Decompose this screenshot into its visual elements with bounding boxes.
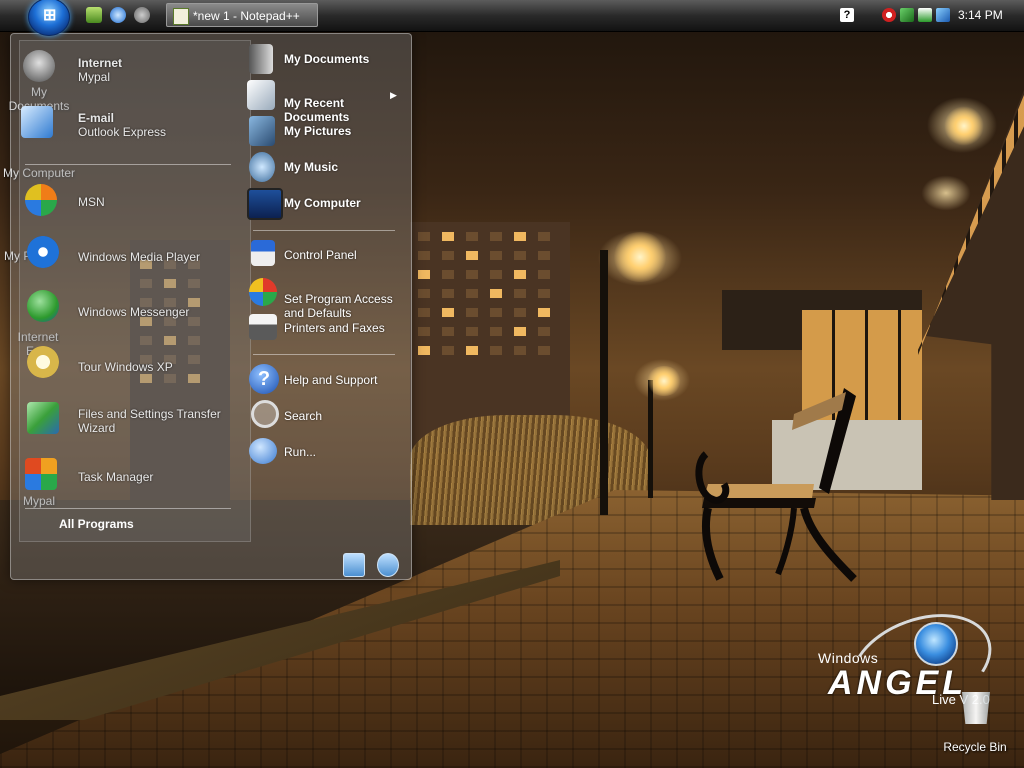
wallpaper-building-windows (418, 232, 550, 355)
start-item-title: Control Panel (284, 248, 357, 262)
start-item-title: My Recent Documents (284, 96, 350, 124)
start-item-tour[interactable]: Tour Windows XP (78, 360, 173, 374)
start-item-subtitle: Wizard (78, 421, 116, 435)
start-item-title: MSN (78, 195, 105, 209)
printer-icon (249, 314, 277, 340)
notepad-plus-plus-icon (173, 8, 189, 25)
help-tray-icon[interactable]: ? (840, 8, 854, 22)
show-desktop-icon[interactable] (86, 7, 102, 23)
taskbar-button-notepad[interactable]: *new 1 - Notepad++ (166, 3, 318, 27)
my-music-icon (249, 152, 275, 182)
wallpaper-lamp-post-2 (648, 380, 653, 498)
log-off-button[interactable] (343, 553, 365, 577)
start-menu: Internet Mypal E-mail Outlook Express MS… (10, 33, 412, 580)
display-tray-icon[interactable] (936, 8, 950, 22)
wallpaper-bridge-lamp (944, 106, 984, 146)
my-documents-icon (249, 44, 273, 74)
internet-explorer-icon[interactable] (110, 7, 126, 23)
start-item-title: Internet (78, 56, 123, 70)
my-pictures-icon (249, 116, 275, 146)
start-item-title: Help and Support (284, 373, 378, 387)
taskbar-button-label: *new 1 - Notepad++ (193, 9, 300, 23)
start-item-title: Windows Media Player (78, 250, 201, 264)
start-item-title: My Documents (284, 52, 370, 66)
msn-butterfly-icon (25, 184, 57, 216)
start-item-help[interactable]: Help and Support (284, 373, 377, 387)
start-item-title: Search (284, 409, 323, 423)
start-item-title: Printers and Faxes (284, 321, 385, 335)
start-item-my-computer[interactable]: My Computer (284, 196, 361, 210)
start-item-my-pictures[interactable]: My Pictures (284, 124, 351, 138)
start-item-title: Tour Windows XP (78, 360, 173, 374)
desktop-icon-label: Recycle Bin (943, 740, 1007, 754)
security-alert-tray-icon[interactable] (882, 8, 896, 22)
start-item-title: My Music (284, 160, 339, 174)
start-item-title: Run... (284, 445, 317, 459)
start-menu-separator (25, 508, 231, 509)
start-item-my-documents[interactable]: My Documents (284, 52, 369, 66)
start-item-media-player[interactable]: Windows Media Player (78, 250, 200, 264)
start-item-task-manager[interactable]: Task Manager (78, 470, 153, 484)
my-computer-icon (247, 188, 283, 220)
start-item-title: Task Manager (78, 470, 154, 484)
tour-compass-icon (27, 346, 59, 378)
wallpaper-lamp-glow (612, 232, 668, 282)
bench-drawing (695, 388, 857, 582)
program-access-icon (249, 278, 277, 306)
start-item-title: Files and Settings Transfer (78, 407, 221, 421)
turn-off-button[interactable] (377, 553, 399, 577)
start-item-msn[interactable]: MSN (78, 195, 105, 209)
transfer-wizard-icon (27, 402, 59, 434)
start-item-title: Windows Messenger (78, 305, 190, 319)
recent-documents-icon (247, 80, 275, 110)
start-item-control-panel[interactable]: Control Panel (284, 248, 357, 262)
start-button[interactable]: ⊞ (28, 0, 70, 36)
start-item-messenger[interactable]: Windows Messenger (78, 305, 189, 319)
start-item-title: E-mail (78, 111, 115, 125)
mypal-quicklaunch-icon[interactable] (134, 7, 150, 23)
submenu-arrow-icon: ▶ (390, 90, 397, 100)
sync-tray-icon[interactable] (918, 8, 932, 22)
mypal-raccoon-icon (23, 50, 55, 82)
all-programs-button[interactable]: All Programs (59, 517, 134, 531)
start-menu-separator (253, 354, 395, 355)
outlook-express-icon (21, 106, 53, 138)
start-item-printers[interactable]: Printers and Faxes (284, 321, 385, 335)
wallpaper-lamp-glow-2 (646, 366, 682, 396)
start-item-search[interactable]: Search (284, 409, 322, 423)
windows-flag-icon: ⊞ (43, 7, 57, 24)
start-item-email[interactable]: E-mail Outlook Express (78, 111, 166, 139)
task-manager-icon (25, 458, 57, 490)
start-item-transfer-wizard[interactable]: Files and Settings Transfer Wizard (78, 407, 221, 435)
windows-orb-icon (914, 622, 958, 666)
messenger-icon (27, 290, 59, 322)
recycle-bin-label: Recycle Bin (938, 740, 1012, 754)
start-item-title: Set Program Access and Defaults (284, 292, 393, 320)
network-tray-icon[interactable] (900, 8, 914, 22)
control-panel-icon (251, 240, 275, 266)
wallpaper-bench (694, 384, 862, 584)
recycle-bin-can (962, 692, 990, 724)
help-icon: ? (249, 364, 279, 394)
start-item-title: My Pictures (284, 124, 352, 138)
taskbar-clock: 3:14 PM (958, 8, 1003, 22)
start-item-internet[interactable]: Internet Mypal (78, 56, 122, 84)
run-icon (249, 438, 277, 464)
start-item-title: My Computer (284, 196, 361, 210)
wallpaper-lamp-post (600, 250, 608, 515)
start-item-run[interactable]: Run... (284, 445, 316, 459)
start-menu-separator (25, 164, 231, 165)
start-menu-separator (253, 230, 395, 231)
start-item-subtitle: Mypal (78, 70, 111, 84)
media-player-icon (27, 236, 59, 268)
start-item-my-music[interactable]: My Music (284, 160, 338, 174)
search-icon (251, 400, 279, 428)
taskbar: ⊞ *new 1 - Notepad++ ? 3:14 PM (0, 0, 1024, 36)
recycle-bin-icon[interactable] (958, 688, 994, 728)
start-item-subtitle: Outlook Express (78, 125, 167, 139)
